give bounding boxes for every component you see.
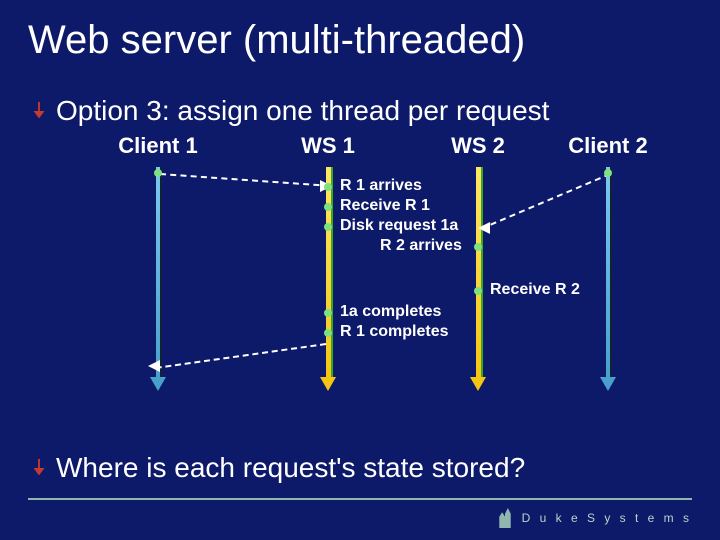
label-disk-1a: Disk request 1a bbox=[340, 217, 458, 235]
arrowhead-icon bbox=[478, 222, 490, 234]
lifeline-client2 bbox=[606, 167, 610, 377]
arrow-down-icon bbox=[28, 100, 50, 122]
label-receive-r1: Receive R 1 bbox=[340, 197, 430, 215]
lifeline-ws2 bbox=[476, 167, 481, 377]
event-dot bbox=[474, 287, 482, 295]
label-r1-completes: R 1 completes bbox=[340, 323, 448, 341]
footer-text: D u k e S y s t e m s bbox=[522, 511, 692, 525]
msg-r2 bbox=[481, 173, 611, 230]
col-ws1: WS 1 bbox=[301, 133, 355, 159]
arrowhead-icon bbox=[470, 377, 486, 391]
event-dot bbox=[324, 203, 332, 211]
arrowhead-icon bbox=[600, 377, 616, 391]
arrowhead-icon bbox=[150, 377, 166, 391]
arrowhead-icon bbox=[148, 360, 160, 372]
col-ws2: WS 2 bbox=[451, 133, 505, 159]
cathedral-icon bbox=[496, 508, 514, 528]
label-1a-completes: 1a completes bbox=[340, 303, 441, 321]
label-r2-arrives: R 2 arrives bbox=[380, 237, 462, 255]
bullet-text-2: Where is each request's state stored? bbox=[56, 452, 525, 484]
event-dot bbox=[474, 243, 482, 251]
col-client1: Client 1 bbox=[118, 133, 197, 159]
event-dot bbox=[154, 169, 162, 177]
event-dot bbox=[604, 169, 612, 177]
footer-logo: D u k e S y s t e m s bbox=[496, 508, 692, 528]
lifeline-client1 bbox=[156, 167, 160, 377]
lifeline-ws1 bbox=[326, 167, 331, 377]
footer-divider bbox=[28, 498, 692, 500]
event-dot bbox=[324, 223, 332, 231]
label-receive-r2: Receive R 2 bbox=[490, 281, 580, 299]
event-dot bbox=[324, 329, 332, 337]
sequence-diagram: Client 1 WS 1 WS 2 Client 2 bbox=[68, 133, 708, 413]
event-dot bbox=[324, 183, 332, 191]
msg-r1 bbox=[160, 173, 330, 187]
content-area: Option 3: assign one thread per request … bbox=[0, 95, 720, 413]
event-dot bbox=[324, 309, 332, 317]
bullet-text-1: Option 3: assign one thread per request bbox=[56, 95, 549, 127]
bullet-option3: Option 3: assign one thread per request bbox=[28, 95, 692, 127]
arrowhead-icon bbox=[320, 377, 336, 391]
col-client2: Client 2 bbox=[568, 133, 647, 159]
bullet-question: Where is each request's state stored? bbox=[28, 452, 525, 484]
label-r1-arrives: R 1 arrives bbox=[340, 177, 422, 195]
arrow-down-icon bbox=[28, 457, 50, 479]
msg-r1-return bbox=[156, 343, 327, 369]
page-title: Web server (multi-threaded) bbox=[0, 0, 720, 67]
